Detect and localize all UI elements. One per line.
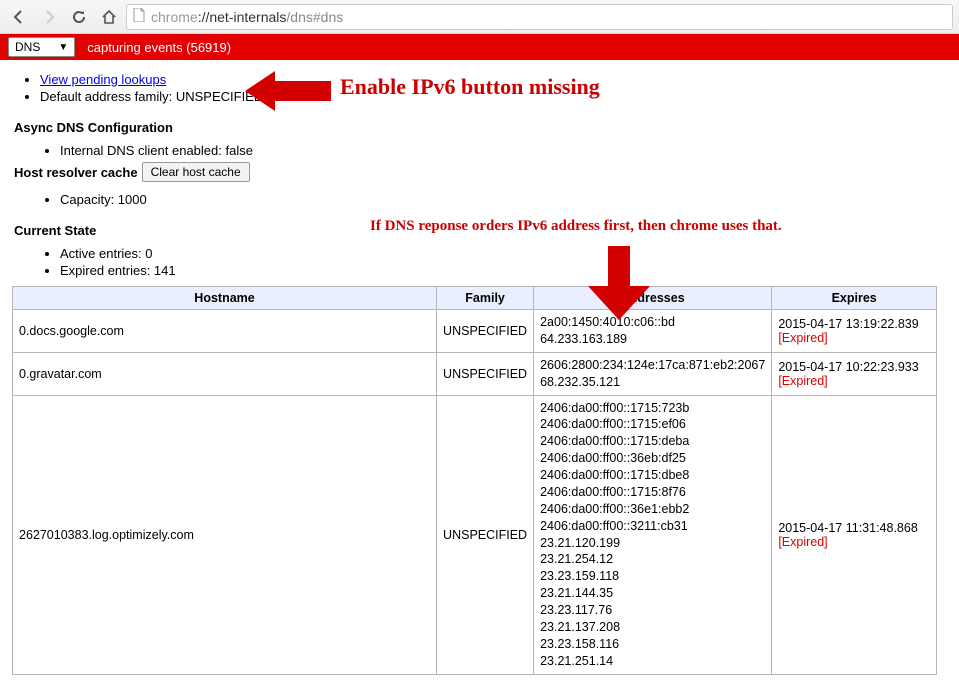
table-row: 0.docs.google.comUNSPECIFIED2a00:1450:40… [13, 310, 937, 353]
url-host: ://net-internals [198, 9, 287, 25]
cell-family: UNSPECIFIED [437, 352, 534, 395]
content-area: Enable IPv6 button missing If DNS repons… [0, 60, 959, 675]
list-item: Expired entries: 141 [60, 263, 945, 278]
async-dns-heading: Async DNS Configuration [14, 120, 945, 135]
table-header-row: Hostname Family Addresses Expires [13, 287, 937, 310]
cell-expires: 2015-04-17 11:31:48.868 [Expired] [772, 395, 937, 674]
url-bar[interactable]: chrome ://net-internals /dns#dns [126, 4, 953, 30]
forward-button[interactable] [36, 5, 62, 29]
annotation-arrow-down [588, 246, 650, 323]
current-state-list: Active entries: 0 Expired entries: 141 [54, 246, 945, 278]
col-addresses: Addresses [534, 287, 772, 310]
list-item: Internal DNS client enabled: false [60, 143, 945, 158]
default-family-label: Default address family: [40, 89, 176, 104]
capture-status: capturing events (56919) [87, 40, 231, 55]
reload-button[interactable] [66, 5, 92, 29]
cell-addresses: 2606:2800:234:124e:17ca:871:eb2:2067 68.… [534, 352, 772, 395]
chevron-down-icon: ▼ [58, 42, 68, 53]
list-item: Capacity: 1000 [60, 192, 945, 207]
cell-addresses: 2a00:1450:4010:c06::bd 64.233.163.189 [534, 310, 772, 353]
list-item: Active entries: 0 [60, 246, 945, 261]
annotation-arrow-left [245, 66, 331, 119]
host-resolver-label: Host resolver cache [14, 165, 138, 180]
annotation-title: Enable IPv6 button missing [340, 74, 600, 100]
dns-cache-table: Hostname Family Addresses Expires 0.docs… [12, 286, 937, 675]
home-button[interactable] [96, 5, 122, 29]
cell-hostname: 0.docs.google.com [13, 310, 437, 353]
async-dns-list: Internal DNS client enabled: false [54, 143, 945, 158]
view-pending-lookups-link[interactable]: View pending lookups [40, 72, 166, 87]
col-hostname: Hostname [13, 287, 437, 310]
cell-family: UNSPECIFIED [437, 310, 534, 353]
host-resolver-list: Capacity: 1000 [54, 192, 945, 207]
back-button[interactable] [6, 5, 32, 29]
clear-host-cache-button[interactable]: Clear host cache [142, 162, 250, 182]
url-path: /dns#dns [286, 9, 343, 25]
host-resolver-row: Host resolver cache Clear host cache [14, 162, 945, 182]
browser-toolbar: chrome ://net-internals /dns#dns [0, 0, 959, 34]
url-protocol: chrome [151, 9, 198, 25]
page-icon [133, 8, 145, 25]
col-family: Family [437, 287, 534, 310]
col-expires: Expires [772, 287, 937, 310]
table-row: 0.gravatar.comUNSPECIFIED2606:2800:234:1… [13, 352, 937, 395]
cell-hostname: 0.gravatar.com [13, 352, 437, 395]
cell-expires: 2015-04-17 13:19:22.839 [Expired] [772, 310, 937, 353]
view-selector-value: DNS [15, 40, 40, 54]
capture-bar: DNS ▼ capturing events (56919) [0, 34, 959, 60]
cell-addresses: 2406:da00:ff00::1715:723b 2406:da00:ff00… [534, 395, 772, 674]
annotation-note: If DNS reponse orders IPv6 address first… [370, 218, 782, 235]
cell-family: UNSPECIFIED [437, 395, 534, 674]
table-row: 2627010383.log.optimizely.comUNSPECIFIED… [13, 395, 937, 674]
cell-hostname: 2627010383.log.optimizely.com [13, 395, 437, 674]
cell-expires: 2015-04-17 10:22:23.933 [Expired] [772, 352, 937, 395]
view-selector[interactable]: DNS ▼ [8, 37, 75, 57]
